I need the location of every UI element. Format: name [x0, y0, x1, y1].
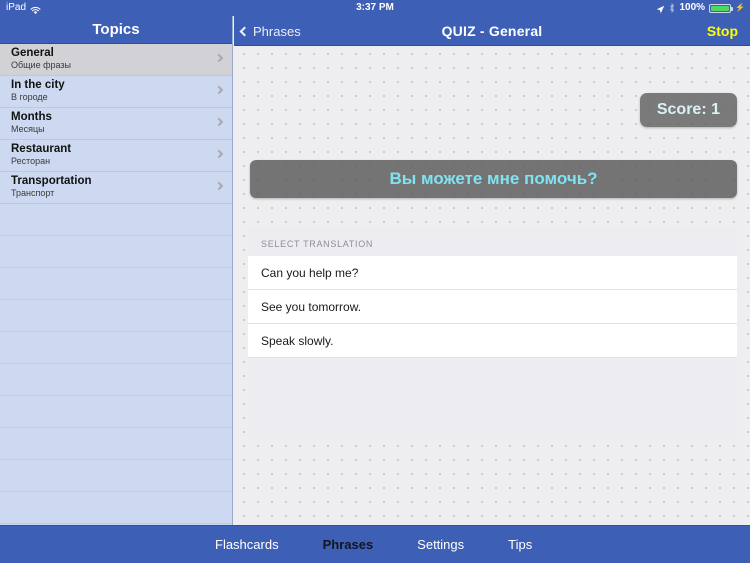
battery-percent-label: 100% — [679, 2, 706, 13]
topic-title: Transportation — [11, 175, 92, 187]
navigation-bar: Phrases QUIZ - General Stop — [234, 16, 750, 46]
status-bar: iPad 3:37 PM 100% ⚡ — [0, 0, 750, 16]
section-header: SELECT TRANSLATION — [261, 239, 374, 249]
list-item — [0, 204, 232, 236]
list-item — [0, 332, 232, 364]
answer-option-3[interactable]: Speak slowly. — [248, 324, 737, 358]
topic-subtitle: Транспорт — [11, 188, 55, 198]
topics-list: General Общие фразы In the city В городе… — [0, 44, 232, 524]
location-arrow-icon — [656, 4, 665, 13]
sidebar-item-restaurant[interactable]: Restaurant Ресторан — [0, 140, 232, 172]
tab-settings[interactable]: Settings — [417, 537, 464, 552]
answer-option-2[interactable]: See you tomorrow. — [248, 290, 737, 324]
list-item — [0, 396, 232, 428]
app-root: iPad 3:37 PM 100% ⚡ Topics General Общие… — [0, 0, 750, 563]
sidebar-item-in-the-city[interactable]: In the city В городе — [0, 76, 232, 108]
sidebar-title: Topics — [92, 21, 140, 38]
charging-bolt-icon: ⚡ — [735, 3, 745, 12]
sidebar: Topics General Общие фразы In the city В… — [0, 16, 233, 525]
sidebar-item-months[interactable]: Months Месяцы — [0, 108, 232, 140]
list-item — [0, 428, 232, 460]
topic-subtitle: В городе — [11, 92, 48, 102]
list-item — [0, 236, 232, 268]
bluetooth-icon — [669, 3, 675, 13]
answers-panel: SELECT TRANSLATION Can you help me? See … — [248, 228, 737, 440]
tab-phrases[interactable]: Phrases — [323, 537, 374, 552]
score-badge: Score: 1 — [639, 93, 737, 127]
topic-title: Restaurant — [11, 143, 72, 155]
question-text: Вы можете мне помочь? — [389, 169, 598, 188]
list-item — [0, 492, 232, 524]
tab-tips[interactable]: Tips — [508, 537, 532, 552]
topic-subtitle: Месяцы — [11, 124, 45, 134]
list-item — [0, 300, 232, 332]
tab-bar: Flashcards Phrases Settings Tips — [0, 525, 750, 563]
status-bar-clock: 3:37 PM — [356, 2, 394, 13]
topic-subtitle: Общие фразы — [11, 60, 72, 70]
detail-pane: Phrases QUIZ - General Stop Score: 1 Вы … — [234, 16, 750, 525]
topic-title: Months — [11, 111, 52, 123]
tab-flashcards[interactable]: Flashcards — [215, 537, 279, 552]
list-item — [0, 460, 232, 492]
list-item — [0, 268, 232, 300]
stop-button[interactable]: Stop — [707, 16, 738, 46]
topic-title: General — [11, 47, 54, 59]
page-title: QUIZ - General — [441, 23, 543, 39]
answer-option-1[interactable]: Can you help me? — [248, 256, 737, 290]
sidebar-item-transportation[interactable]: Transportation Транспорт — [0, 172, 232, 204]
battery-full-icon — [709, 3, 734, 13]
sidebar-title-bar: Topics — [0, 16, 232, 44]
topic-title: In the city — [11, 79, 65, 91]
sidebar-item-general[interactable]: General Общие фразы — [0, 44, 232, 76]
status-bar-right: 100% ⚡ — [656, 0, 745, 16]
question-banner: Вы можете мне помочь? — [250, 160, 737, 198]
topic-subtitle: Ресторан — [11, 156, 51, 166]
list-item — [0, 364, 232, 396]
